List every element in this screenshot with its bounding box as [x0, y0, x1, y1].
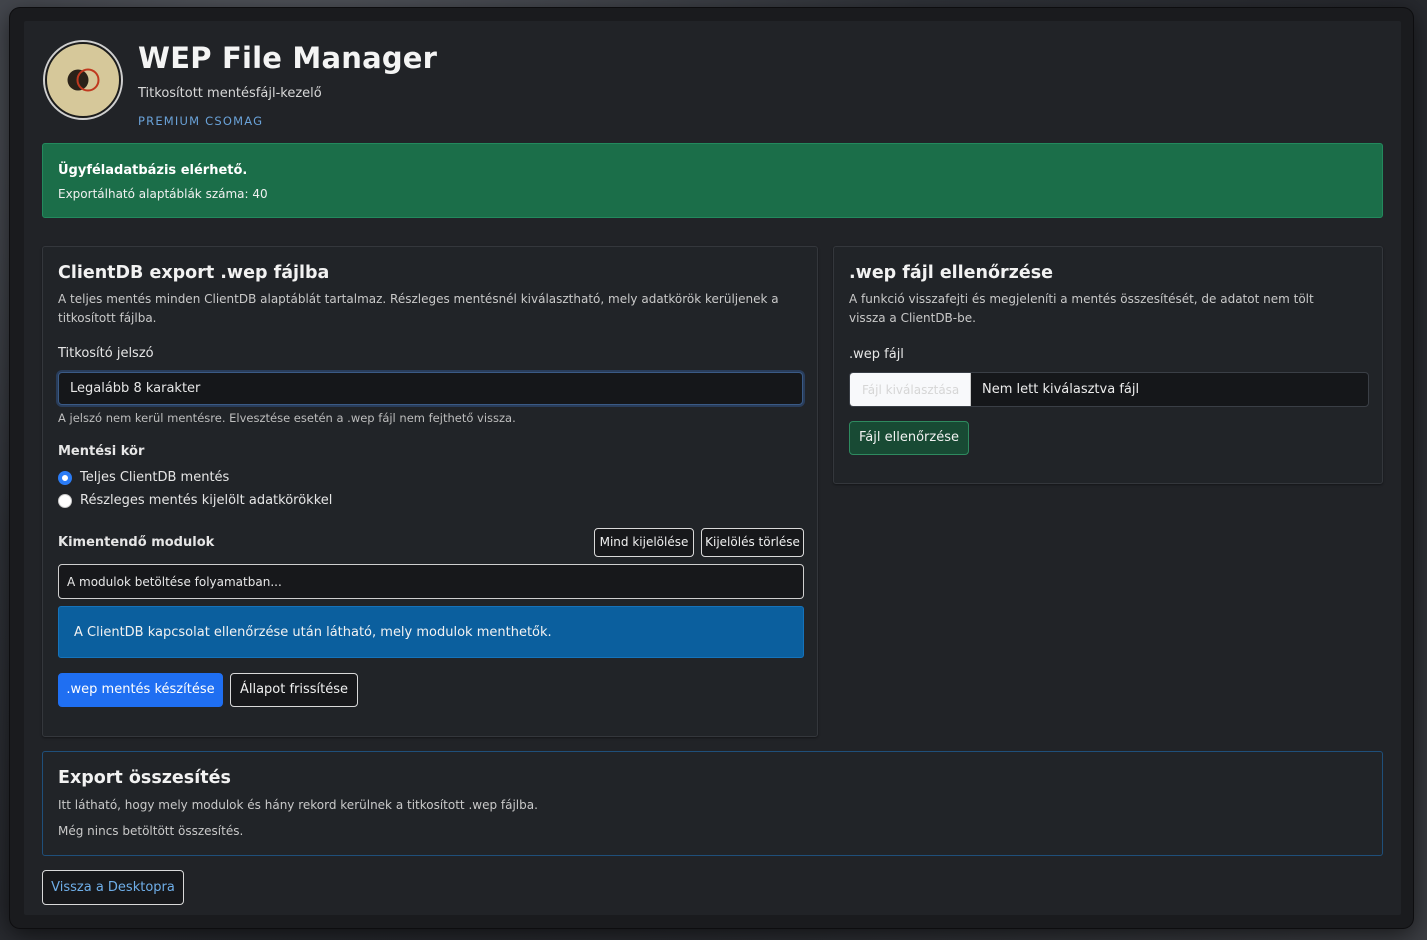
create-backup-button[interactable]: .wep mentés készítése — [58, 673, 223, 707]
status-text: Exportálható alaptáblák száma: 40 — [58, 187, 268, 201]
password-input[interactable] — [58, 372, 803, 405]
verify-title: .wep fájl ellenőrzése — [849, 263, 1054, 283]
summary-empty-text: Még nincs betöltött összesítés. — [58, 824, 244, 838]
summary-card: Export összesítés Itt látható, hogy mely… — [42, 751, 1383, 856]
radio-partial-backup-label[interactable]: Részleges mentés kijelölt adatkörökkel — [80, 493, 332, 508]
export-title: ClientDB export .wep fájlba — [58, 263, 330, 283]
status-heading: Ügyféladatbázis elérhető. — [58, 163, 248, 178]
logo-rings-icon — [67, 68, 100, 92]
choose-file-label: Fájl kiválasztása — [862, 383, 960, 397]
back-to-desktop-button[interactable]: Vissza a Desktopra — [42, 870, 184, 905]
summary-description: Itt látható, hogy mely modulok és hány r… — [58, 798, 538, 812]
app-window: WEP File Manager Titkosított mentésfájl-… — [10, 8, 1413, 928]
radio-full-backup-label[interactable]: Teljes ClientDB mentés — [80, 470, 229, 485]
modules-loading-text: A modulok betöltése folyamatban... — [67, 575, 282, 589]
clear-selection-button[interactable]: Kijelölés törlése — [701, 528, 804, 557]
app-logo — [45, 42, 121, 118]
summary-title: Export összesítés — [58, 768, 231, 788]
status-alert: Ügyféladatbázis elérhető. Exportálható a… — [42, 143, 1383, 218]
choose-file-button[interactable]: Fájl kiválasztása — [850, 373, 971, 406]
password-label: Titkosító jelszó — [58, 346, 154, 361]
plan-badge: PREMIUM CSOMAG — [138, 114, 264, 128]
modules-info-text: A ClientDB kapcsolat ellenőrzése után lá… — [74, 625, 552, 640]
verify-description: A funkció visszafejti és megjeleníti a m… — [849, 292, 1314, 325]
verify-card: .wep fájl ellenőrzése A funkció visszafe… — [833, 246, 1383, 484]
modules-list[interactable]: A modulok betöltése folyamatban... — [58, 564, 804, 599]
refresh-status-button[interactable]: Állapot frissítése — [230, 673, 358, 707]
scope-label: Mentési kör — [58, 444, 145, 459]
file-label: .wep fájl — [849, 347, 904, 362]
export-card: ClientDB export .wep fájlba A teljes men… — [42, 246, 818, 737]
radio-partial-backup[interactable] — [58, 494, 72, 508]
modules-info-alert: A ClientDB kapcsolat ellenőrzése után lá… — [58, 606, 804, 658]
radio-full-backup[interactable] — [58, 471, 72, 485]
verify-file-button[interactable]: Fájl ellenőrzése — [849, 421, 969, 455]
app-subtitle: Titkosított mentésfájl-kezelő — [138, 86, 322, 101]
select-all-button[interactable]: Mind kijelölése — [594, 528, 694, 557]
app-title: WEP File Manager — [138, 41, 438, 75]
export-description: A teljes mentés minden ClientDB alaptábl… — [58, 292, 779, 325]
app-content: WEP File Manager Titkosított mentésfájl-… — [24, 21, 1401, 915]
modules-label: Kimentendő modulok — [58, 535, 215, 550]
file-status-text: Nem lett kiválasztva fájl — [982, 382, 1140, 397]
password-hint: A jelszó nem kerül mentésre. Elvesztése … — [58, 411, 516, 425]
file-input[interactable]: Fájl kiválasztása Nem lett kiválasztva f… — [849, 372, 1369, 407]
